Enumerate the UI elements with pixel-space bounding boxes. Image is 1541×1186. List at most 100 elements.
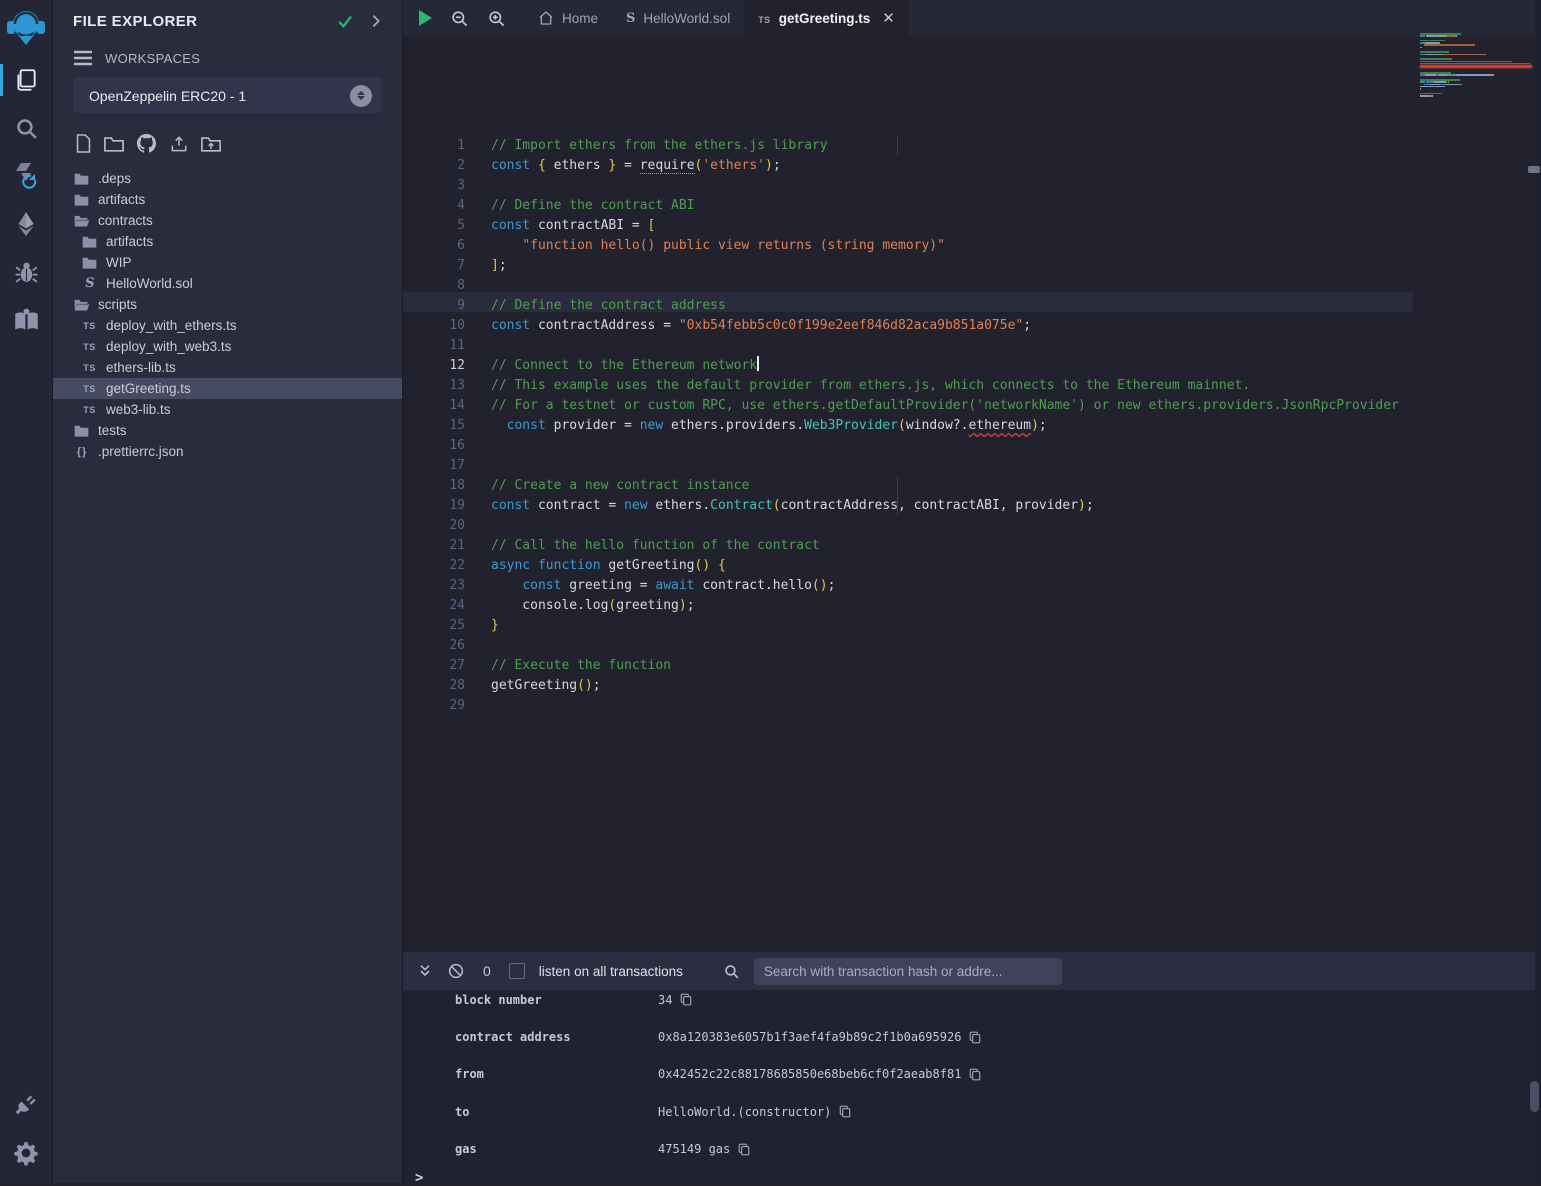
line-number[interactable]: 15 (403, 416, 465, 436)
line-number[interactable]: 18 (403, 476, 465, 496)
tab-home[interactable]: Home (524, 0, 612, 36)
upload-file-icon[interactable] (169, 134, 189, 154)
line-number[interactable]: 13 (403, 376, 465, 396)
code-line-20[interactable]: 20 (403, 516, 1413, 536)
line-number[interactable]: 20 (403, 516, 465, 536)
line-number[interactable]: 17 (403, 456, 465, 476)
code-line-24[interactable]: 24 console.log(greeting); (403, 596, 1413, 616)
zoom-in-icon[interactable] (487, 9, 506, 28)
line-number[interactable]: 4 (403, 196, 465, 216)
line-number[interactable]: 12 (403, 356, 465, 376)
tree-item-deploy-with-ethers-ts[interactable]: TSdeploy_with_ethers.ts (53, 315, 402, 336)
line-number[interactable]: 1 (403, 136, 465, 156)
line-number[interactable]: 9 (403, 296, 465, 316)
line-number[interactable]: 25 (403, 616, 465, 636)
code-line-6[interactable]: 6 "function hello() public view returns … (403, 236, 1413, 256)
copy-icon[interactable] (839, 1105, 851, 1118)
line-number[interactable]: 2 (403, 156, 465, 176)
new-file-icon[interactable] (75, 134, 92, 153)
tree-item-artifacts[interactable]: artifacts (53, 189, 402, 210)
code-line-4[interactable]: 4// Define the contract ABI (403, 196, 1413, 216)
code-line-3[interactable]: 3 (403, 176, 1413, 196)
line-number[interactable]: 3 (403, 176, 465, 196)
tree-item-ethers-lib-ts[interactable]: TSethers-lib.ts (53, 357, 402, 378)
line-number[interactable]: 22 (403, 556, 465, 576)
code-line-21[interactable]: 21// Call the hello function of the cont… (403, 536, 1413, 556)
copy-icon[interactable] (738, 1143, 750, 1156)
tab-helloworld-sol[interactable]: SHelloWorld.sol (612, 0, 744, 36)
line-number[interactable]: 5 (403, 216, 465, 236)
tree-item-artifacts[interactable]: artifacts (53, 231, 402, 252)
line-number[interactable]: 27 (403, 656, 465, 676)
terminal-scrollbar-thumb[interactable] (1530, 1081, 1539, 1112)
terminal-search-input[interactable] (754, 958, 1062, 985)
tree-item-web3-lib-ts[interactable]: TSweb3-lib.ts (53, 399, 402, 420)
line-number[interactable]: 10 (403, 316, 465, 336)
tree-item--deps[interactable]: .deps (53, 168, 402, 189)
sidebar-item-settings[interactable] (0, 1129, 53, 1177)
tree-item-helloworld-sol[interactable]: SHelloWorld.sol (53, 273, 402, 294)
line-number[interactable]: 7 (403, 256, 465, 276)
line-number[interactable]: 16 (403, 436, 465, 456)
code-line-27[interactable]: 27// Execute the function (403, 656, 1413, 676)
clear-console-icon[interactable] (447, 962, 465, 980)
chevron-right-icon[interactable] (368, 13, 384, 29)
sidebar-item-debugger[interactable] (0, 248, 53, 296)
code-line-9[interactable]: 9// Define the contract address (403, 296, 1413, 316)
line-number[interactable]: 6 (403, 236, 465, 256)
code-line-28[interactable]: 28getGreeting(); (403, 676, 1413, 696)
workspace-select[interactable]: OpenZeppelin ERC20 - 1 (73, 78, 382, 113)
line-number[interactable]: 29 (403, 696, 465, 716)
minimap[interactable] (1420, 33, 1532, 933)
editor-scrollbar-thumb[interactable] (1528, 166, 1540, 173)
line-number[interactable]: 21 (403, 536, 465, 556)
tree-item-wip[interactable]: WIP (53, 252, 402, 273)
code-line-5[interactable]: 5const contractABI = [ (403, 216, 1413, 236)
terminal-prompt[interactable]: > (415, 1170, 1541, 1186)
sidebar-item-file-explorer[interactable] (0, 56, 53, 104)
run-script-button[interactable] (419, 10, 432, 26)
zoom-out-icon[interactable] (450, 9, 469, 28)
copy-icon[interactable] (969, 1031, 981, 1044)
code-line-1[interactable]: 1// Import ethers from the ethers.js lib… (403, 136, 1413, 156)
code-line-12[interactable]: 12// Connect to the Ethereum network (403, 356, 1413, 376)
code-line-15[interactable]: 15 const provider = new ethers.providers… (403, 416, 1413, 436)
code-line-29[interactable]: 29 (403, 696, 1413, 716)
github-icon[interactable] (136, 133, 157, 154)
expand-terminal-icon[interactable] (417, 963, 433, 979)
sidebar-item-search[interactable] (0, 104, 53, 152)
line-number[interactable]: 19 (403, 496, 465, 516)
line-number[interactable]: 11 (403, 336, 465, 356)
code-line-16[interactable]: 16 (403, 436, 1413, 456)
tree-item--prettierrc-json[interactable]: { }.prettierrc.json (53, 441, 402, 462)
close-tab-icon[interactable]: ✕ (882, 9, 895, 27)
code-line-17[interactable]: 17 (403, 456, 1413, 476)
sidebar-item-learneth[interactable] (0, 296, 53, 344)
upload-folder-icon[interactable] (201, 135, 221, 153)
tab-getgreeting-ts[interactable]: TSgetGreeting.ts✕ (744, 0, 909, 36)
tree-item-scripts[interactable]: scripts (53, 294, 402, 315)
code-line-22[interactable]: 22async function getGreeting() { (403, 556, 1413, 576)
code-line-26[interactable]: 26 (403, 636, 1413, 656)
line-number[interactable]: 24 (403, 596, 465, 616)
tree-item-deploy-with-web3-ts[interactable]: TSdeploy_with_web3.ts (53, 336, 402, 357)
code-line-23[interactable]: 23 const greeting = await contract.hello… (403, 576, 1413, 596)
line-number[interactable]: 23 (403, 576, 465, 596)
line-number[interactable]: 8 (403, 276, 465, 296)
check-icon[interactable] (336, 12, 354, 30)
sidebar-item-solidity-compiler[interactable] (0, 152, 53, 200)
copy-icon[interactable] (680, 993, 692, 1006)
tree-item-contracts[interactable]: contracts (53, 210, 402, 231)
code-line-2[interactable]: 2const { ethers } = require('ethers'); (403, 156, 1413, 176)
line-number[interactable]: 26 (403, 636, 465, 656)
code-line-7[interactable]: 7]; (403, 256, 1413, 276)
new-folder-icon[interactable] (104, 135, 124, 153)
code-line-10[interactable]: 10const contractAddress = "0xb54febb5c0c… (403, 316, 1413, 336)
code-line-19[interactable]: 19const contract = new ethers.Contract(c… (403, 496, 1413, 516)
line-number[interactable]: 14 (403, 396, 465, 416)
sidebar-item-deploy-run[interactable] (0, 200, 53, 248)
tree-item-getgreeting-ts[interactable]: TSgetGreeting.ts (53, 378, 402, 399)
code-line-8[interactable]: 8 (403, 276, 1413, 296)
workspaces-menu-icon[interactable] (73, 50, 93, 66)
remix-logo[interactable] (0, 0, 53, 56)
